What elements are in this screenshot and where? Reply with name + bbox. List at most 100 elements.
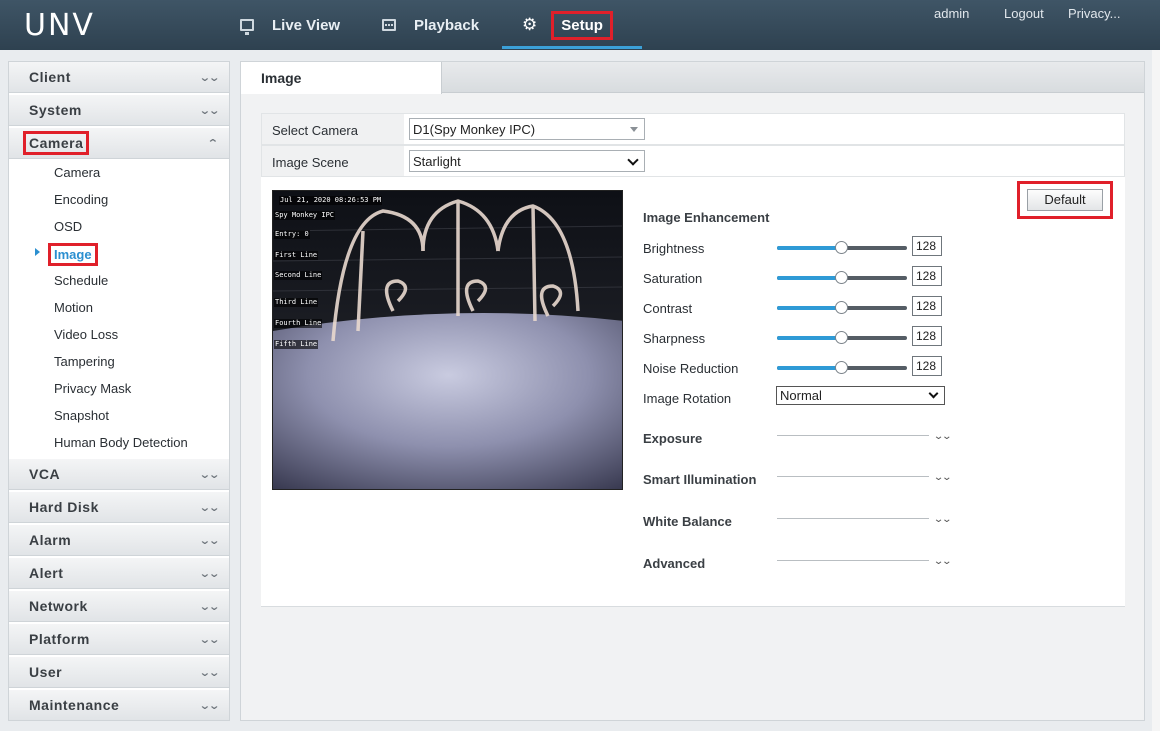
osd-third-line: Third Line <box>274 298 319 307</box>
sidebar-group-alert[interactable]: Alert ⌄⌄ <box>9 558 229 589</box>
chevron-down-icon: ⌄⌄ <box>198 600 219 613</box>
image-rotation-label: Image Rotation <box>643 391 732 406</box>
sharpness-label: Sharpness <box>643 331 706 346</box>
default-button[interactable]: Default <box>1027 189 1103 211</box>
sidebar-item-schedule[interactable]: Schedule <box>54 273 108 288</box>
sidebar-group-alarm[interactable]: Alarm ⌄⌄ <box>9 525 229 556</box>
sidebar-group-label: Hard Disk <box>29 499 99 515</box>
osd-entry: Entry: 0 <box>274 230 310 239</box>
image-enhancement-title: Image Enhancement <box>643 210 770 225</box>
chevron-down-icon: ⌄⌄ <box>198 104 219 117</box>
chevron-down-icon: ⌄⌄ <box>198 699 219 712</box>
slider-handle[interactable] <box>835 361 848 374</box>
osd-first-line: First Line <box>274 251 319 260</box>
osd-second-line: Second Line <box>274 271 323 280</box>
chevron-down-icon: ⌄⌄ <box>198 468 219 481</box>
sidebar-group-network[interactable]: Network ⌄⌄ <box>9 591 229 622</box>
sidebar-item-osd[interactable]: OSD <box>54 219 82 234</box>
preview-image <box>273 191 622 489</box>
sidebar-item-motion[interactable]: Motion <box>54 300 93 315</box>
sidebar-group-camera[interactable]: Camera ⌃ <box>9 128 229 159</box>
nav-setup-label: Setup <box>551 10 613 40</box>
chevron-down-icon: ⌄⌄ <box>198 71 219 84</box>
advanced-section[interactable]: Advanced <box>643 556 705 571</box>
nav-live-view[interactable]: Live View <box>240 0 340 50</box>
noise-reduction-value[interactable]: 128 <box>912 356 942 376</box>
privacy-link[interactable]: Privacy... <box>1068 6 1121 21</box>
sidebar-item-human-body-detection[interactable]: Human Body Detection <box>54 435 188 450</box>
noise-reduction-label: Noise Reduction <box>643 361 739 376</box>
sidebar-group-client[interactable]: Client ⌄⌄ <box>9 62 229 93</box>
image-settings-content: Select Camera D1(Spy Monkey IPC) Image S… <box>261 113 1125 607</box>
window-edge <box>1152 50 1160 731</box>
slider-handle[interactable] <box>835 271 848 284</box>
smart-illumination-section[interactable]: Smart Illumination <box>643 472 756 487</box>
slider-handle[interactable] <box>835 301 848 314</box>
sidebar-item-video-loss[interactable]: Video Loss <box>54 327 118 342</box>
chevron-down-icon[interactable]: ⌄⌄ <box>933 556 952 567</box>
sidebar-group-label: Alarm <box>29 532 72 548</box>
main-panel: Image Select Camera D1(Spy Monkey IPC) I… <box>240 61 1145 721</box>
sidebar-group-label: Platform <box>29 631 90 647</box>
image-rotation-dropdown[interactable]: Normal <box>776 386 945 405</box>
chevron-up-icon: ⌃ <box>206 137 219 150</box>
white-balance-section[interactable]: White Balance <box>643 514 732 529</box>
exposure-section[interactable]: Exposure <box>643 431 702 446</box>
logout-link[interactable]: Logout <box>1004 6 1044 21</box>
sidebar-item-encoding[interactable]: Encoding <box>54 192 108 207</box>
slider-handle[interactable] <box>835 241 848 254</box>
active-item-marker <box>35 248 40 256</box>
osd-fifth-line: Fifth Line <box>274 340 319 349</box>
dropdown-arrow-icon <box>630 127 638 132</box>
sidebar-group-label: Network <box>29 598 88 614</box>
slider-handle[interactable] <box>835 331 848 344</box>
sidebar-item-camera[interactable]: Camera <box>54 165 100 180</box>
gear-icon: ⚙ <box>522 15 538 34</box>
select-camera-label: Select Camera <box>272 123 358 138</box>
chevron-down-icon[interactable]: ⌄⌄ <box>933 431 952 442</box>
tab-bar: Image <box>241 62 1144 94</box>
chevron-down-icon[interactable]: ⌄⌄ <box>933 514 952 525</box>
chevron-down-icon: ⌄⌄ <box>198 666 219 679</box>
osd-fourth-line: Fourth Line <box>274 319 323 328</box>
sidebar-group-label: Camera <box>23 131 90 155</box>
sidebar-item-tampering[interactable]: Tampering <box>54 354 115 369</box>
sidebar: Client ⌄⌄ System ⌄⌄ Camera ⌃ Camera Enco… <box>8 61 230 721</box>
sharpness-value[interactable]: 128 <box>912 326 942 346</box>
chevron-down-icon[interactable]: ⌄⌄ <box>933 472 952 483</box>
nav-playback[interactable]: Playback <box>382 0 479 50</box>
sidebar-item-snapshot[interactable]: Snapshot <box>54 408 109 423</box>
noise-reduction-slider[interactable] <box>777 361 907 374</box>
sidebar-item-privacy-mask[interactable]: Privacy Mask <box>54 381 131 396</box>
nav-live-view-label: Live View <box>272 16 341 34</box>
live-preview[interactable]: Jul 21, 2020 08:26:53 PM Spy Monkey IPC … <box>272 190 623 490</box>
contrast-value[interactable]: 128 <box>912 296 942 316</box>
sidebar-group-label: User <box>29 664 63 680</box>
sidebar-group-user[interactable]: User ⌄⌄ <box>9 657 229 688</box>
sharpness-slider[interactable] <box>777 331 907 344</box>
saturation-value[interactable]: 128 <box>912 266 942 286</box>
sidebar-group-maintenance[interactable]: Maintenance ⌄⌄ <box>9 690 229 721</box>
contrast-label: Contrast <box>643 301 693 316</box>
select-camera-dropdown[interactable]: D1(Spy Monkey IPC) <box>409 118 645 140</box>
osd-timestamp: Jul 21, 2020 08:26:53 PM <box>279 196 383 205</box>
image-scene-dropdown[interactable]: Starlight <box>409 150 645 172</box>
chevron-down-icon: ⌄⌄ <box>198 567 219 580</box>
default-highlight: Default <box>1017 181 1113 219</box>
contrast-slider[interactable] <box>777 301 907 314</box>
sidebar-group-system[interactable]: System ⌄⌄ <box>9 95 229 126</box>
monitor-icon <box>240 19 254 35</box>
user-name[interactable]: admin <box>934 6 969 21</box>
top-bar: UNV Live View Playback ⚙ Setup admin Log… <box>0 0 1160 50</box>
sidebar-group-vca[interactable]: VCA ⌄⌄ <box>9 459 229 490</box>
image-scene-label: Image Scene <box>272 155 349 170</box>
sidebar-group-hard-disk[interactable]: Hard Disk ⌄⌄ <box>9 492 229 523</box>
brightness-value[interactable]: 128 <box>912 236 942 256</box>
nav-setup[interactable]: ⚙ Setup <box>522 0 613 50</box>
saturation-slider[interactable] <box>777 271 907 284</box>
image-scene-row: Image Scene Starlight <box>261 145 1125 177</box>
tab-image[interactable]: Image <box>241 62 442 94</box>
sidebar-item-image[interactable]: Image <box>48 243 98 266</box>
brightness-slider[interactable] <box>777 241 907 254</box>
sidebar-group-platform[interactable]: Platform ⌄⌄ <box>9 624 229 655</box>
